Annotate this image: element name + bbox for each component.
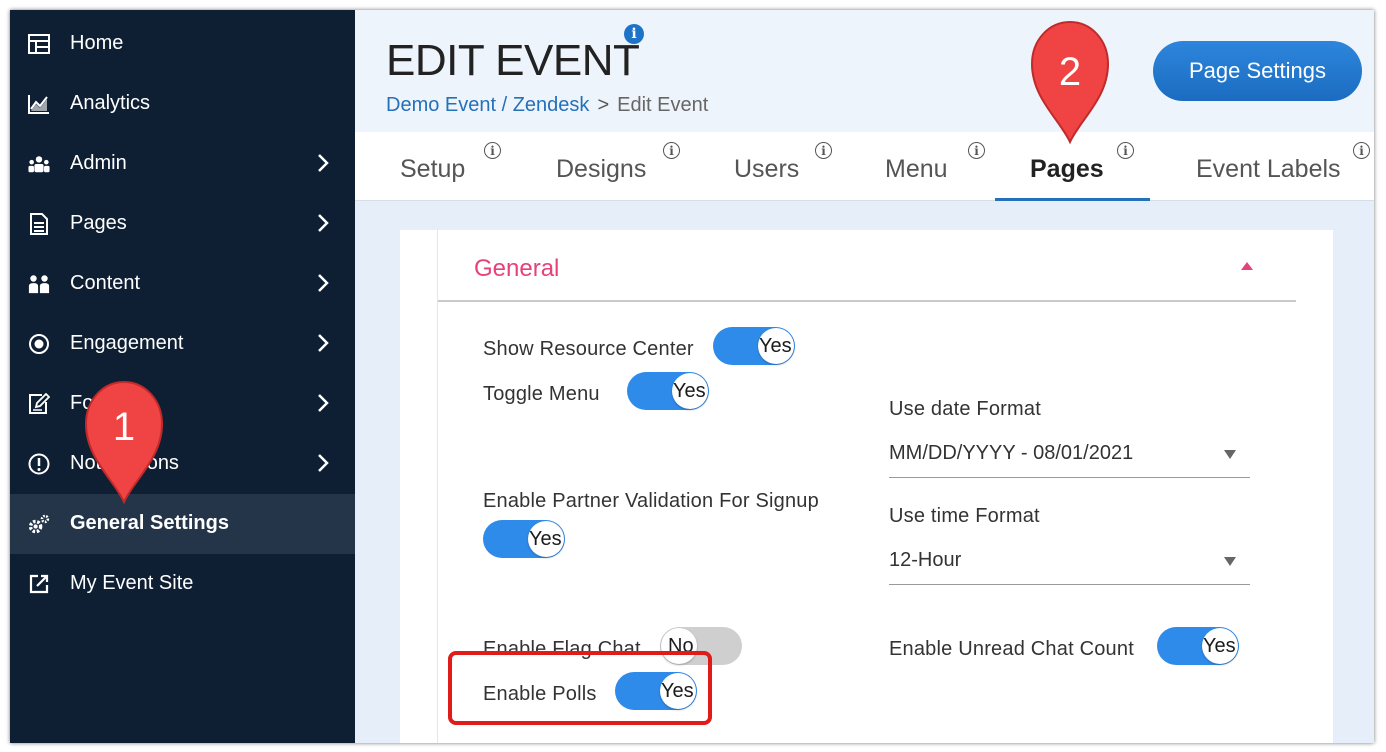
home-grid-icon [28, 34, 50, 54]
chevron-right-icon [312, 271, 334, 295]
sidebar-item-notifications[interactable]: Notifications [10, 434, 355, 494]
collapse-caret-icon[interactable] [1241, 262, 1253, 270]
unread-chat-count-toggle[interactable]: Yes [1157, 627, 1239, 665]
sidebar-item-label: Analytics [70, 92, 151, 114]
active-tab-indicator [995, 198, 1150, 201]
tab-label: Event Labels [1196, 155, 1341, 183]
alert-circle-icon [28, 453, 50, 475]
flag-chat-toggle[interactable]: No [660, 627, 742, 665]
tab-label: Pages [1030, 155, 1104, 183]
document-icon [28, 213, 50, 235]
time-format-value: 12-Hour [889, 549, 962, 571]
tab-label: Users [734, 155, 800, 183]
info-icon[interactable]: i [1353, 142, 1370, 159]
info-icon[interactable]: i [815, 142, 832, 159]
tab-event-labels[interactable]: Event Labels i [1185, 132, 1374, 200]
tab-menu[interactable]: Menu i [875, 132, 985, 200]
tab-label: Menu [885, 155, 948, 183]
info-icon[interactable]: i [484, 142, 501, 159]
page-settings-button[interactable]: Page Settings [1153, 41, 1362, 101]
info-icon[interactable]: i [968, 142, 985, 159]
tab-setup[interactable]: Setup i [385, 132, 505, 200]
sidebar-item-label: My Event Site [70, 572, 194, 594]
sidebar-item-label: Pages [70, 212, 127, 234]
date-format-select[interactable]: MM/DD/YYYY - 08/01/2021 [889, 432, 1250, 478]
info-icon[interactable]: i [1117, 142, 1134, 159]
date-format-value: MM/DD/YYYY - 08/01/2021 [889, 442, 1134, 464]
tab-bar: Setup i Designs i Users i Menu i Pages i… [355, 132, 1374, 201]
sidebar-item-label: General Settings [70, 512, 229, 534]
chevron-right-icon [312, 391, 334, 415]
section-title[interactable]: General [474, 255, 559, 283]
unread-chat-count-label: Enable Unread Chat Count [889, 638, 1134, 660]
polls-label: Enable Polls [483, 683, 597, 705]
tab-users[interactable]: Users i [725, 132, 835, 200]
dropdown-arrow-icon [1224, 450, 1236, 459]
time-format-select[interactable]: 12-Hour [889, 539, 1250, 585]
flag-chat-label: Enable Flag Chat [483, 638, 641, 660]
partner-validation-label: Enable Partner Validation For Signup [483, 490, 819, 512]
sidebar-item-label: Notifications [70, 452, 179, 474]
toggle-state: Yes [1203, 635, 1236, 657]
tab-designs[interactable]: Designs i [545, 132, 685, 200]
sidebar-item-label: Forms [70, 392, 127, 414]
toggle-state: No [668, 635, 694, 657]
chevron-right-icon [312, 451, 334, 475]
tab-label: Designs [556, 155, 647, 183]
content-people-icon [28, 274, 50, 294]
chevron-right-icon [312, 151, 334, 175]
sidebar-item-label: Content [70, 272, 141, 294]
admin-users-icon [28, 154, 50, 174]
page-header: EDIT EVENT i Demo Event / Zendesk > Edit E… [355, 10, 1374, 132]
sidebar-item-pages[interactable]: Pages [10, 194, 355, 254]
show-resource-center-toggle[interactable]: Yes [713, 327, 795, 365]
chevron-right-icon [312, 331, 334, 355]
info-icon[interactable]: i [663, 142, 680, 159]
breadcrumb-current: Edit Event [617, 94, 709, 116]
tab-pages[interactable]: Pages i [995, 132, 1150, 200]
section-divider [438, 300, 1296, 302]
toggle-state: Yes [661, 680, 694, 702]
dropdown-arrow-icon [1224, 557, 1236, 566]
sidebar-item-label: Home [70, 32, 124, 54]
toggle-menu-label: Toggle Menu [483, 383, 600, 405]
target-icon [28, 334, 50, 354]
sidebar-item-admin[interactable]: Admin [10, 134, 355, 194]
general-section: General Show Resource Center Yes Toggle … [437, 230, 1334, 743]
page-title: EDIT EVENT [386, 36, 640, 85]
chevron-right-icon [312, 211, 334, 235]
sidebar-item-engagement[interactable]: Engagement [10, 314, 355, 374]
polls-toggle[interactable]: Yes [615, 672, 697, 710]
external-link-icon [28, 574, 50, 594]
date-format-label: Use date Format [889, 398, 1041, 420]
sidebar-item-my-event-site[interactable]: My Event Site [10, 554, 355, 614]
breadcrumb-separator: > [597, 94, 610, 116]
sidebar-item-label: Admin [70, 152, 127, 174]
info-icon[interactable]: i [624, 24, 644, 44]
analytics-chart-icon [28, 94, 50, 114]
time-format-label: Use time Format [889, 505, 1040, 527]
show-resource-center-label: Show Resource Center [483, 338, 694, 360]
sidebar-item-label: Engagement [70, 332, 184, 354]
sidebar-item-home[interactable]: Home [10, 14, 355, 74]
edit-form-icon [28, 393, 50, 414]
gears-icon [28, 514, 50, 534]
sidebar-item-general-settings[interactable]: General Settings [10, 494, 355, 554]
toggle-state: Yes [529, 528, 562, 550]
breadcrumb-link[interactable]: Demo Event / Zendesk [386, 94, 589, 116]
breadcrumb: Demo Event / Zendesk > Edit Event [386, 94, 708, 117]
app-window: Home Analytics Admin Pages Content Engag… [10, 10, 1374, 743]
settings-panel: General Show Resource Center Yes Toggle … [400, 230, 1333, 743]
toggle-menu-toggle[interactable]: Yes [627, 372, 709, 410]
sidebar-item-analytics[interactable]: Analytics [10, 74, 355, 134]
sidebar-item-forms[interactable]: Forms [10, 374, 355, 434]
sidebar-item-content[interactable]: Content [10, 254, 355, 314]
sidebar-nav: Home Analytics Admin Pages Content Engag… [10, 10, 355, 743]
tab-label: Setup [400, 155, 466, 183]
toggle-state: Yes [759, 335, 792, 357]
toggle-state: Yes [673, 380, 706, 402]
partner-validation-toggle[interactable]: Yes [483, 520, 565, 558]
